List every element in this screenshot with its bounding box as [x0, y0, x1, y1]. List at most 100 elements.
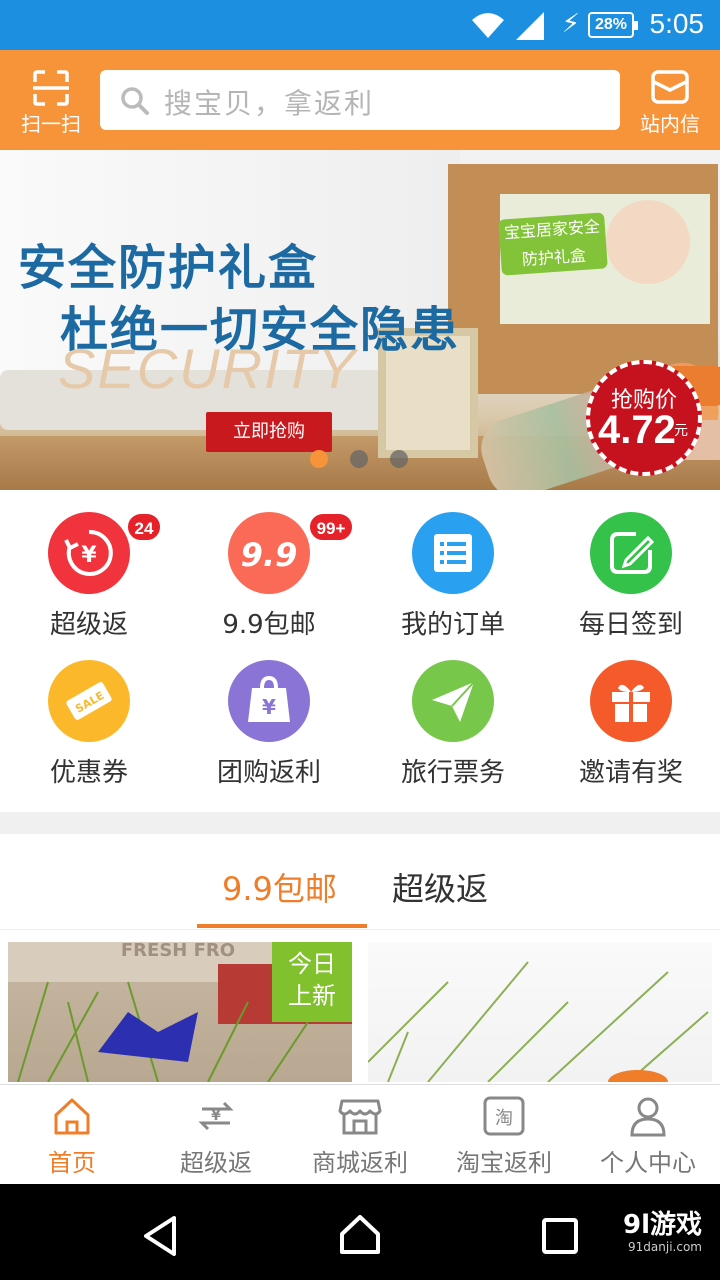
- grid-item-daily-checkin[interactable]: 每日签到: [542, 490, 720, 640]
- buy-now-button[interactable]: 立即抢购: [206, 412, 332, 452]
- banner-title: 安全防护礼盒: [18, 240, 319, 296]
- travel-tickets-label: 旅行票务: [400, 758, 505, 788]
- group-buy-label: 团购返利: [216, 758, 321, 788]
- grid-item-invite-reward[interactable]: 邀请有奖: [542, 638, 720, 788]
- app-header: 扫一扫 搜宝贝，拿返利 站内信: [0, 50, 720, 150]
- nav-super-rebate[interactable]: ¥ 超级返: [144, 1085, 288, 1185]
- svg-text:¥: ¥: [211, 1108, 221, 1124]
- carousel-dot[interactable]: [350, 450, 368, 468]
- wifi-icon: [472, 13, 504, 38]
- tab-active-indicator: [197, 924, 367, 928]
- nav-taobao-rebate[interactable]: 淘 淘宝返利: [432, 1085, 576, 1185]
- new-arrival-tag: 今日 上新: [272, 942, 352, 1022]
- search-input[interactable]: 搜宝贝，拿返利: [100, 70, 620, 130]
- nav-profile-label: 个人中心: [600, 1149, 696, 1177]
- super-rebate-icon-bg: ¥: [48, 512, 130, 594]
- watermark-site: 91danji.com: [628, 1240, 702, 1254]
- signal-icon: [516, 12, 544, 40]
- charging-icon: ⚡: [561, 9, 580, 39]
- home-button-icon[interactable]: [338, 1212, 382, 1256]
- daily-checkin-label: 每日签到: [578, 610, 683, 640]
- scan-label: 扫一扫: [21, 112, 81, 136]
- yen-refresh-icon: ¥: [64, 529, 113, 576]
- nav-taobao-rebate-label: 淘宝返利: [456, 1149, 552, 1177]
- tab-super-rebate[interactable]: 超级返: [392, 864, 488, 910]
- order-list-icon: [434, 534, 472, 572]
- product-image: [368, 961, 709, 1082]
- gift-icon: [612, 684, 650, 722]
- grid-item-super-rebate[interactable]: ¥ 24 超级返: [0, 490, 180, 640]
- super-rebate-badge: 24: [126, 512, 162, 542]
- clock: 5:05: [649, 8, 705, 39]
- search-icon: [121, 87, 149, 115]
- free-shipping-label: 9.9包邮: [222, 610, 316, 640]
- svg-text:淘: 淘: [495, 1108, 513, 1129]
- banner-security-text: SECURITY: [58, 337, 358, 400]
- travel-tickets-icon-bg: [412, 660, 494, 742]
- svg-text:9.9: 9.9: [241, 536, 298, 574]
- scan-icon: [33, 70, 69, 106]
- taobao-icon: 淘: [483, 1096, 525, 1136]
- price-unit: 元: [674, 423, 688, 439]
- yen-bag-icon: ¥: [248, 675, 290, 722]
- grid-item-coupons[interactable]: SALE 优惠券: [0, 638, 180, 788]
- nav-mall-rebate[interactable]: 商城返利: [288, 1085, 432, 1185]
- store-icon: [338, 1099, 382, 1135]
- grid-item-free-shipping[interactable]: 9.9 99+ 9.9包邮: [180, 490, 360, 640]
- yen-exchange-icon: ¥: [198, 1101, 234, 1131]
- group-buy-icon-bg: ¥: [228, 660, 310, 742]
- grid-item-travel-tickets[interactable]: 旅行票务: [364, 638, 544, 788]
- scan-button[interactable]: 扫一扫: [12, 68, 90, 136]
- bottom-nav: 首页 ¥ 超级返 商城返利 淘 淘宝返利 个人中心: [0, 1084, 720, 1184]
- nav-super-rebate-label: 超级返: [180, 1149, 252, 1177]
- nav-profile[interactable]: 个人中心: [576, 1085, 720, 1185]
- product-card[interactable]: [368, 942, 712, 1082]
- free-shipping-badge: 99+: [308, 512, 354, 542]
- coupons-label: 优惠券: [49, 758, 128, 788]
- nine-nine-icon: 9.9: [241, 536, 298, 574]
- search-placeholder: 搜宝贝，拿返利: [164, 87, 375, 120]
- svg-text:FRESH FRO: FRESH FRO: [121, 942, 235, 961]
- message-button[interactable]: 站内信: [632, 68, 708, 136]
- grid-item-group-buy[interactable]: ¥ 团购返利: [180, 638, 360, 788]
- nav-home-label: 首页: [48, 1149, 96, 1177]
- nav-home[interactable]: 首页: [0, 1085, 144, 1185]
- back-icon[interactable]: [140, 1214, 180, 1258]
- baby-photo: [606, 200, 690, 284]
- price-seal: 抢购价 4.72 元: [586, 360, 702, 476]
- svg-text:¥: ¥: [262, 695, 276, 719]
- product-card[interactable]: FRESH FRO 今日 上新: [8, 942, 352, 1082]
- carousel-dot[interactable]: [390, 450, 408, 468]
- mail-icon: [651, 70, 689, 104]
- my-orders-label: 我的订单: [400, 610, 505, 640]
- svg-text:¥: ¥: [81, 543, 97, 568]
- price-value: 4.72: [598, 408, 676, 452]
- nav-mall-rebate-label: 商城返利: [312, 1149, 408, 1177]
- super-rebate-label: 超级返: [49, 610, 128, 640]
- new-tag-line1: 今日: [288, 950, 336, 978]
- watermark-brand: 9l游戏: [622, 1210, 702, 1240]
- invite-reward-icon-bg: [590, 660, 672, 742]
- system-nav-bar: 9l游戏 91danji.com: [0, 1184, 720, 1280]
- battery-indicator: 28%: [588, 12, 638, 38]
- paper-plane-icon: [432, 681, 475, 722]
- daily-checkin-icon-bg: [590, 512, 672, 594]
- person-icon: [630, 1097, 666, 1137]
- new-tag-line2: 上新: [288, 982, 336, 1010]
- carousel-dot[interactable]: [310, 450, 328, 468]
- invite-reward-label: 邀请有奖: [578, 758, 683, 788]
- free-shipping-icon-bg: 9.9: [228, 512, 310, 594]
- product-tabs: 9.9包邮 超级返: [0, 834, 720, 930]
- tab-free-shipping[interactable]: 9.9包邮: [222, 864, 337, 910]
- grid-item-my-orders[interactable]: 我的订单: [364, 490, 544, 640]
- feature-grid: ¥ 24 超级返 9.9 99+ 9.9包邮 我的订单 每日签到 SALE 优惠…: [0, 490, 720, 812]
- message-label: 站内信: [640, 112, 700, 136]
- watermark-logo: 9l游戏 91danji.com: [622, 1204, 702, 1254]
- home-icon: [54, 1098, 90, 1135]
- carousel-indicator: [310, 450, 420, 470]
- section-divider: [0, 812, 720, 834]
- recents-icon[interactable]: [540, 1216, 580, 1256]
- status-bar: ⚡ 28% 5:05: [0, 0, 720, 50]
- promo-banner[interactable]: 宝宝居家安全防护礼盒 安全防护礼盒 杜绝一切安全隐患 SECURITY 立即抢购…: [0, 150, 720, 490]
- coupons-icon-bg: SALE: [48, 660, 130, 742]
